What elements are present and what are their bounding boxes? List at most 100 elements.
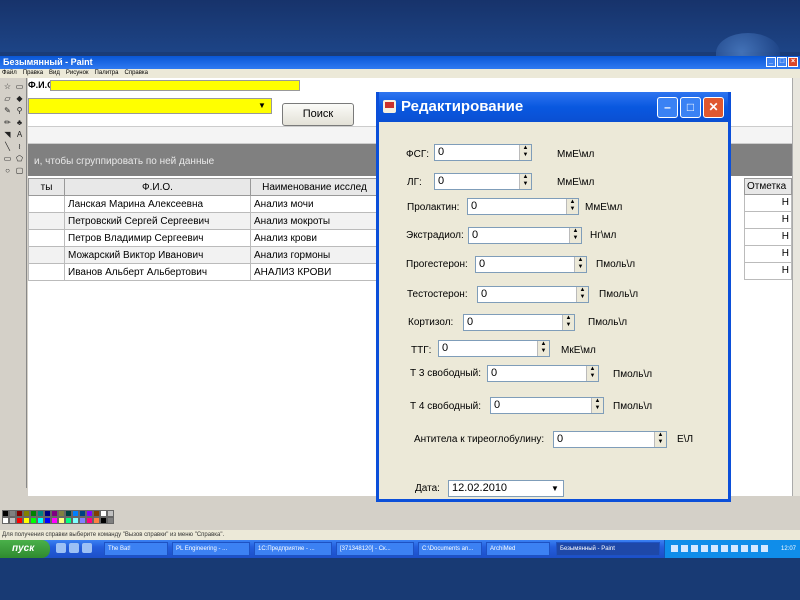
color-swatch[interactable] bbox=[72, 517, 79, 524]
color-swatch[interactable] bbox=[44, 510, 51, 517]
tray-icon[interactable] bbox=[751, 545, 758, 552]
menu-edit[interactable]: Правка bbox=[23, 69, 43, 78]
tray-icon[interactable] bbox=[681, 545, 688, 552]
table-row[interactable]: Можарский Виктор Иванович Анализ гормоны bbox=[28, 246, 379, 264]
column-header-analysis[interactable]: Наименование исслед bbox=[250, 178, 379, 196]
curve-icon[interactable]: ≀ bbox=[14, 141, 25, 152]
maximize-icon[interactable]: □ bbox=[777, 57, 787, 67]
task-item[interactable]: PL Engineering - ... bbox=[172, 542, 250, 556]
eraser-icon[interactable]: ▱ bbox=[2, 93, 13, 104]
picker-icon[interactable]: ✎ bbox=[2, 105, 13, 116]
menu-help[interactable]: Справка bbox=[124, 69, 148, 78]
rect-select-icon[interactable]: ▭ bbox=[14, 81, 25, 92]
spin-arrows-icon[interactable]: ▲ ▼ bbox=[519, 145, 531, 160]
menu-file[interactable]: Файл bbox=[2, 69, 17, 78]
tray-icon[interactable] bbox=[671, 545, 678, 552]
task-item[interactable]: The Bat! bbox=[104, 542, 168, 556]
color-swatch[interactable] bbox=[86, 517, 93, 524]
color-swatch[interactable] bbox=[107, 517, 114, 524]
close-icon[interactable]: × bbox=[788, 57, 798, 67]
color-swatch[interactable] bbox=[93, 517, 100, 524]
tray-icon[interactable] bbox=[721, 545, 728, 552]
t4-input[interactable]: 0 ▲ ▼ bbox=[490, 397, 604, 414]
tray-icon[interactable] bbox=[741, 545, 748, 552]
line-icon[interactable]: ╲ bbox=[2, 141, 13, 152]
table-row[interactable]: Ланская Марина Алексеевна Анализ мочи bbox=[28, 195, 379, 213]
color-swatch[interactable] bbox=[100, 510, 107, 517]
ie-icon[interactable] bbox=[56, 543, 66, 553]
analysis-combo[interactable] bbox=[28, 98, 272, 114]
brush-icon[interactable]: ♣ bbox=[14, 117, 25, 128]
close-icon[interactable]: ✕ bbox=[703, 97, 724, 118]
tray-icon[interactable] bbox=[691, 545, 698, 552]
tsh-input[interactable]: 0 ▲ ▼ bbox=[438, 340, 550, 357]
color-swatch[interactable] bbox=[2, 510, 9, 517]
spin-arrows-icon[interactable]: ▲ ▼ bbox=[562, 315, 574, 330]
color-swatch[interactable] bbox=[58, 510, 65, 517]
fill-icon[interactable]: ◆ bbox=[14, 93, 25, 104]
color-swatch[interactable] bbox=[23, 510, 30, 517]
column-header-fio[interactable]: Ф.И.О. bbox=[64, 178, 251, 196]
color-swatch[interactable] bbox=[37, 517, 44, 524]
estradiol-input[interactable]: 0 ▲ ▼ bbox=[468, 227, 582, 244]
airbrush-icon[interactable]: ◥ bbox=[2, 129, 13, 140]
media-icon[interactable] bbox=[82, 543, 92, 553]
color-swatch[interactable] bbox=[72, 510, 79, 517]
color-swatch[interactable] bbox=[2, 517, 9, 524]
desktop-icon[interactable] bbox=[69, 543, 79, 553]
spin-arrows-icon[interactable]: ▲ ▼ bbox=[576, 287, 588, 302]
color-swatch[interactable] bbox=[9, 510, 16, 517]
color-swatch[interactable] bbox=[51, 510, 58, 517]
spin-arrows-icon[interactable]: ▲ ▼ bbox=[586, 366, 598, 381]
polygon-icon[interactable]: ⬠ bbox=[14, 153, 25, 164]
rectangle-icon[interactable]: ▭ bbox=[2, 153, 13, 164]
spin-arrows-icon[interactable]: ▲ ▼ bbox=[654, 432, 666, 447]
chevron-down-icon[interactable]: ▼ bbox=[547, 481, 563, 496]
color-swatch[interactable] bbox=[44, 517, 51, 524]
color-swatch[interactable] bbox=[93, 510, 100, 517]
ellipse-icon[interactable]: ○ bbox=[2, 165, 13, 176]
pencil-icon[interactable]: ✏ bbox=[2, 117, 13, 128]
fsh-input[interactable]: 0 ▲ ▼ bbox=[434, 144, 532, 161]
maximize-icon[interactable]: □ bbox=[680, 97, 701, 118]
chevron-down-icon[interactable]: ▼ bbox=[254, 99, 270, 113]
color-swatch[interactable] bbox=[23, 517, 30, 524]
rounded-rect-icon[interactable]: ▢ bbox=[14, 165, 25, 176]
color-swatch[interactable] bbox=[58, 517, 65, 524]
dialog-titlebar[interactable]: Редактирование – □ ✕ bbox=[379, 92, 728, 122]
table-row[interactable]: Иванов Альберт Альбертович АНАЛИЗ КРОВИ bbox=[28, 263, 379, 281]
tray-icon[interactable] bbox=[731, 545, 738, 552]
magnifier-icon[interactable]: ⚲ bbox=[14, 105, 25, 116]
color-swatch[interactable] bbox=[107, 510, 114, 517]
text-icon[interactable]: A bbox=[14, 129, 25, 140]
search-button[interactable]: Поиск bbox=[282, 103, 354, 126]
spin-arrows-icon[interactable]: ▲ ▼ bbox=[519, 174, 531, 189]
table-row[interactable]: Петров Владимир Сергеевич Анализ крови bbox=[28, 229, 379, 247]
fio-input[interactable] bbox=[50, 80, 300, 91]
color-swatch[interactable] bbox=[9, 517, 16, 524]
progesterone-input[interactable]: 0 ▲ ▼ bbox=[475, 256, 587, 273]
color-swatch[interactable] bbox=[16, 510, 23, 517]
free-select-icon[interactable]: ☆ bbox=[2, 81, 13, 92]
testosterone-input[interactable]: 0 ▲ ▼ bbox=[477, 286, 589, 303]
tray-icon[interactable] bbox=[711, 545, 718, 552]
minimize-icon[interactable]: _ bbox=[766, 57, 776, 67]
minimize-icon[interactable]: – bbox=[657, 97, 678, 118]
task-item[interactable]: 1С:Предприятие - ... bbox=[254, 542, 332, 556]
color-swatch[interactable] bbox=[30, 517, 37, 524]
spin-arrows-icon[interactable]: ▲ ▼ bbox=[591, 398, 603, 413]
table-row[interactable]: Петровский Сергей Сергеевич Анализ мокро… bbox=[28, 212, 379, 230]
task-item[interactable]: ArchiMed bbox=[486, 542, 550, 556]
color-swatch[interactable] bbox=[30, 510, 37, 517]
color-swatch[interactable] bbox=[65, 517, 72, 524]
color-swatch[interactable] bbox=[86, 510, 93, 517]
spin-arrows-icon[interactable]: ▲ ▼ bbox=[537, 341, 549, 356]
spin-arrows-icon[interactable]: ▲ ▼ bbox=[574, 257, 586, 272]
cortisol-input[interactable]: 0 ▲ ▼ bbox=[463, 314, 575, 331]
color-swatch[interactable] bbox=[51, 517, 58, 524]
t3-input[interactable]: 0 ▲ ▼ bbox=[487, 365, 599, 382]
color-swatch[interactable] bbox=[65, 510, 72, 517]
color-swatch[interactable] bbox=[100, 517, 107, 524]
color-swatch[interactable] bbox=[16, 517, 23, 524]
menu-view[interactable]: Вид bbox=[49, 69, 60, 78]
